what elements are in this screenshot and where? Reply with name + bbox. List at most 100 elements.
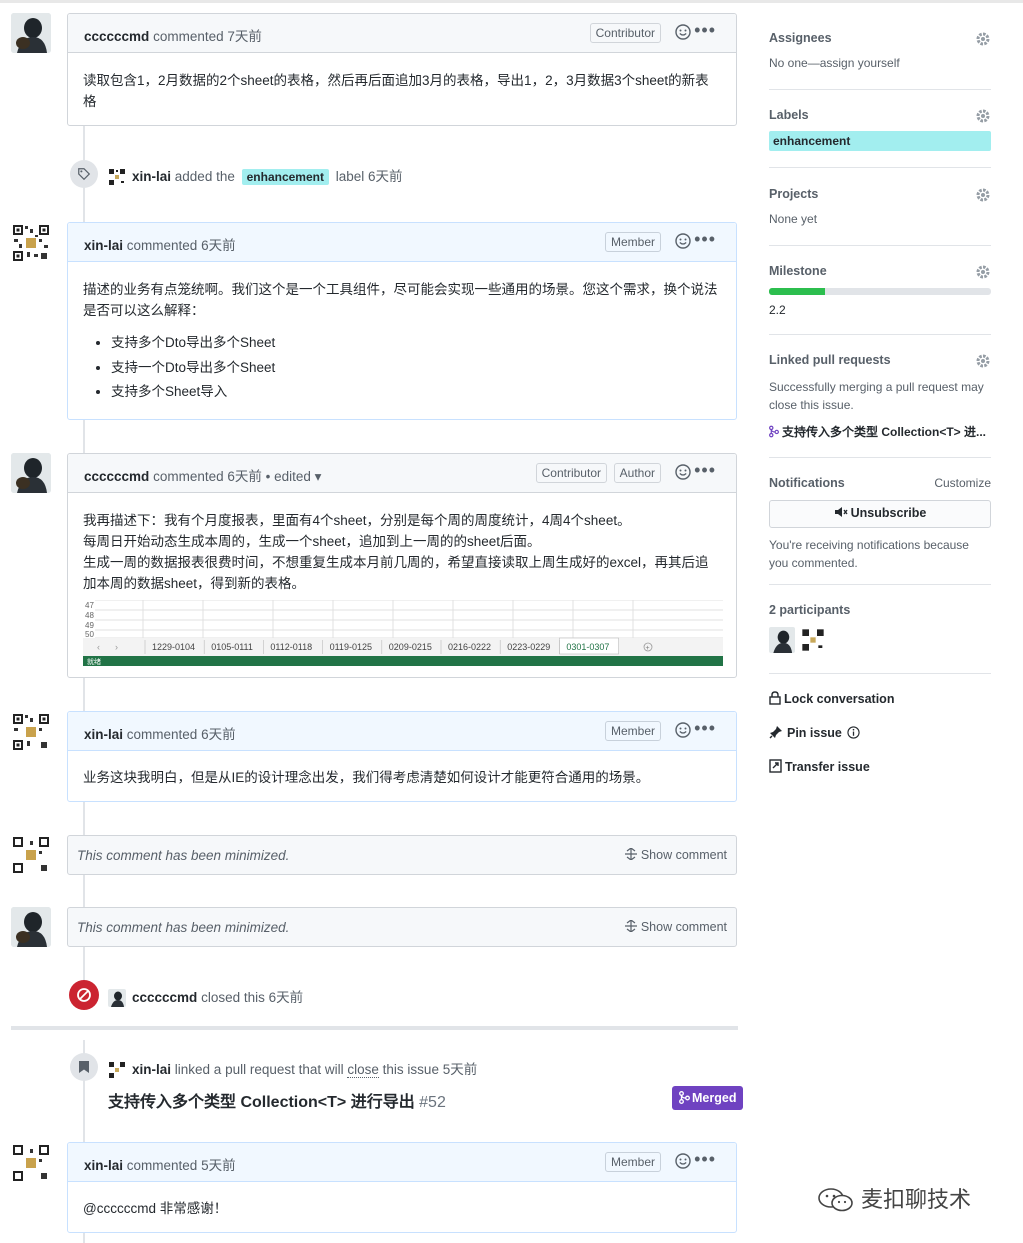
- event-text: closed this: [201, 990, 265, 1005]
- projects-title[interactable]: Projects: [769, 187, 991, 201]
- comment-body: 读取包含1，2月数据的2个sheet的表格，然后再后面追加3月的表格，导出1，2…: [83, 73, 709, 109]
- show-comment-button[interactable]: Show comment: [624, 847, 727, 862]
- timestamp[interactable]: 6天前: [368, 169, 403, 184]
- list-item: 支持一个Dto导出多个Sheet: [111, 356, 721, 381]
- avatar[interactable]: [11, 453, 51, 493]
- comment-line: 生成一周的数据报表很费时间，不想重复生成本月前几周的，希望直接读取上周生成好的e…: [83, 555, 709, 591]
- author-link[interactable]: ccccccmd: [84, 29, 149, 44]
- customize-link[interactable]: Customize: [934, 476, 991, 490]
- avatar[interactable]: [11, 223, 51, 263]
- transfer-issue-link[interactable]: Transfer issue: [769, 759, 870, 774]
- linked-prs-title[interactable]: Linked pull requests: [769, 353, 991, 367]
- timestamp[interactable]: 6天前: [269, 990, 304, 1005]
- sheet-tab[interactable]: 0209-0215: [389, 642, 432, 652]
- sheet-tab[interactable]: 1229-0104: [152, 642, 195, 652]
- sheet-tab[interactable]: 0119-0125: [330, 642, 372, 652]
- smiley-icon[interactable]: [675, 1153, 691, 1169]
- comment-header: xin-lai commented 6天前 Member •••: [68, 712, 736, 751]
- show-comment-button[interactable]: Show comment: [624, 919, 727, 934]
- author-badge: Author: [613, 463, 661, 483]
- unsubscribe-button[interactable]: Unsubscribe: [769, 500, 991, 528]
- author-link[interactable]: xin-lai: [84, 238, 123, 253]
- timestamp[interactable]: 5天前: [201, 1158, 236, 1173]
- pin-issue-link[interactable]: Pin issue: [769, 725, 861, 740]
- gear-icon[interactable]: [975, 108, 991, 124]
- watermark: 麦扣聊技术: [817, 1182, 971, 1214]
- transfer-icon: [769, 759, 782, 773]
- unfold-icon: [624, 919, 637, 933]
- timestamp[interactable]: 6天前: [201, 238, 236, 253]
- show-comment-label: Show comment: [640, 920, 727, 934]
- smiley-icon[interactable]: [675, 233, 691, 249]
- more-icon[interactable]: •••: [694, 1149, 716, 1170]
- assignees-title[interactable]: Assignees: [769, 31, 991, 45]
- sheet-tab[interactable]: 0105-0111: [211, 642, 253, 652]
- comment-body: 我再描述下：我有个月度报表，里面有4个sheet，分别是每个周的周度统计，4周4…: [68, 493, 736, 680]
- more-icon[interactable]: •••: [694, 460, 716, 481]
- divider: [769, 245, 991, 246]
- smiley-icon[interactable]: [675, 722, 691, 738]
- pr-link[interactable]: 支持传入多个类型 Collection<T> 进行导出 #52: [108, 1088, 446, 1112]
- avatar[interactable]: [11, 835, 51, 875]
- sheet-tab[interactable]: 0301-0307: [566, 642, 609, 652]
- comment: xin-lai commented 6天前 Member ••• 描述的业务有点…: [67, 222, 737, 420]
- avatar[interactable]: [11, 13, 51, 53]
- author-link[interactable]: ccccccmd: [84, 469, 149, 484]
- comment-body: 业务这块我明白，但是从IE的设计理念出发，我们得考虑清楚如何设计才能更符合通用的…: [83, 770, 650, 785]
- row-number: 47: [85, 601, 94, 610]
- author-link[interactable]: xin-lai: [132, 169, 171, 184]
- divider: [769, 167, 991, 168]
- assignees-section: Assignees No one—assign yourself: [769, 31, 991, 70]
- author-link[interactable]: xin-lai: [84, 727, 123, 742]
- smiley-icon[interactable]: [675, 24, 691, 40]
- avatar[interactable]: [11, 712, 51, 752]
- labels-title[interactable]: Labels: [769, 108, 991, 122]
- author-link[interactable]: xin-lai: [132, 1062, 171, 1077]
- event-text: this issue: [382, 1062, 439, 1077]
- avatar[interactable]: [108, 989, 126, 1008]
- gear-icon[interactable]: [975, 31, 991, 47]
- author-link[interactable]: ccccccmd: [132, 990, 197, 1005]
- gear-icon[interactable]: [975, 264, 991, 280]
- comment-line: 我再描述下：我有个月度报表，里面有4个sheet，分别是每个周的周度统计，4周4…: [83, 513, 631, 528]
- timestamp[interactable]: 7天前: [227, 29, 262, 44]
- timestamp[interactable]: 5天前: [443, 1062, 478, 1077]
- linked-pr-link[interactable]: 支持传入多个类型 Collection<T> 进...: [769, 423, 991, 440]
- divider: [769, 89, 991, 90]
- lock-conversation-link[interactable]: Lock conversation: [769, 691, 894, 706]
- info-icon[interactable]: [847, 726, 861, 739]
- linked-pr-title: 支持传入多个类型 Collection<T> 进...: [782, 425, 987, 439]
- author-link[interactable]: xin-lai: [84, 1158, 123, 1173]
- member-badge: Member: [604, 721, 661, 741]
- timestamp[interactable]: 6天前: [201, 727, 236, 742]
- sheet-tab[interactable]: 0223-0229: [507, 642, 550, 652]
- edited-dropdown[interactable]: • edited ▾: [266, 469, 322, 484]
- more-icon[interactable]: •••: [694, 229, 716, 250]
- pr-number[interactable]: #52: [419, 1094, 446, 1111]
- divider: [769, 457, 991, 458]
- avatar[interactable]: [769, 627, 795, 653]
- gear-icon[interactable]: [975, 353, 991, 369]
- comment-text: 描述的业务有点笼统啊。我们这个是一个工具组件，尽可能会实现一些通用的场景。您这个…: [83, 282, 718, 318]
- smiley-icon[interactable]: [675, 464, 691, 480]
- sheet-tab[interactable]: 0216-0222: [448, 642, 491, 652]
- gear-icon[interactable]: [975, 187, 991, 203]
- sheet-tab[interactable]: 0112-0118: [270, 642, 312, 652]
- pr-title[interactable]: 支持传入多个类型 Collection<T> 进行导出: [108, 1094, 415, 1111]
- avatar[interactable]: [108, 1061, 126, 1080]
- more-icon[interactable]: •••: [694, 20, 716, 41]
- label-chip[interactable]: enhancement: [769, 131, 991, 151]
- assign-yourself-link[interactable]: No one—assign yourself: [769, 56, 991, 70]
- milestone-title[interactable]: Milestone: [769, 264, 991, 278]
- avatar[interactable]: [801, 628, 825, 652]
- more-icon[interactable]: •••: [694, 718, 716, 739]
- timestamp[interactable]: 6天前: [227, 469, 262, 484]
- avatar[interactable]: [108, 168, 126, 187]
- label-chip[interactable]: enhancement: [241, 169, 329, 185]
- event-text: label: [335, 169, 365, 184]
- milestone-link[interactable]: 2.2: [769, 303, 991, 317]
- avatar[interactable]: [11, 907, 51, 947]
- avatar[interactable]: [11, 1143, 51, 1183]
- comment: xin-lai commented 6天前 Member ••• 业务这块我明白…: [67, 711, 737, 802]
- contributor-badge: Contributor: [535, 463, 607, 483]
